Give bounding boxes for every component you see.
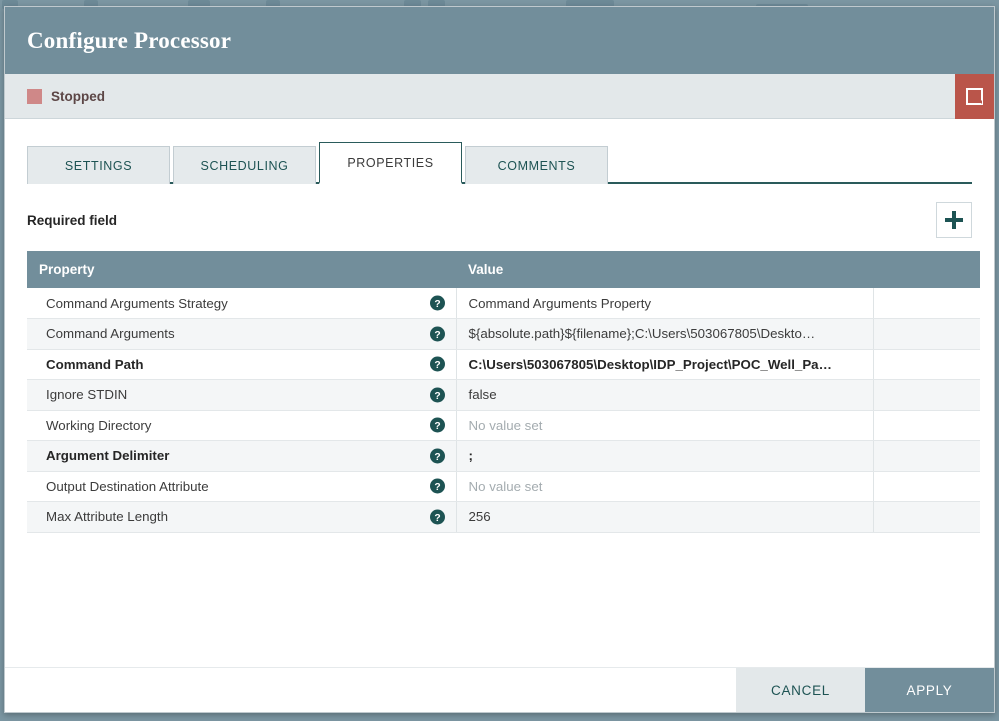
table-row[interactable]: Max Attribute Length? 256 <box>27 502 980 533</box>
cancel-button[interactable]: CANCEL <box>736 668 865 713</box>
configure-processor-dialog: Configure Processor Stopped SETTINGS SCH… <box>4 6 995 713</box>
row-actions-cell <box>873 288 980 319</box>
property-name-cell: Working Directory? <box>27 410 456 441</box>
svg-text:?: ? <box>434 482 440 493</box>
svg-text:?: ? <box>434 391 440 402</box>
table-body: Command Arguments Strategy?Command Argum… <box>27 288 980 532</box>
tab-comments[interactable]: COMMENTS <box>465 146 608 184</box>
table-row[interactable]: Output Destination Attribute? No value se… <box>27 471 980 502</box>
column-header-property: Property <box>27 251 456 288</box>
required-field-row: Required field <box>27 202 972 238</box>
svg-text:?: ? <box>434 299 440 310</box>
add-property-button[interactable] <box>936 202 972 238</box>
property-value-cell[interactable]: false <box>456 380 873 411</box>
help-circle-icon[interactable]: ? <box>430 509 445 524</box>
svg-text:?: ? <box>434 360 440 371</box>
plus-icon <box>943 209 965 231</box>
property-name-cell: Command Path? <box>27 349 456 380</box>
dialog-title-bar: Configure Processor <box>5 7 994 74</box>
help-circle-icon[interactable]: ? <box>430 326 445 341</box>
table-row[interactable]: Command Path? C:\Users\503067805\Desktop\… <box>27 349 980 380</box>
property-value-cell[interactable]: 256 <box>456 502 873 533</box>
processor-status-bar: Stopped <box>5 74 994 119</box>
property-name-cell: Command Arguments Strategy? <box>27 288 456 319</box>
property-name-cell: Max Attribute Length? <box>27 502 456 533</box>
required-field-label: Required field <box>27 213 117 228</box>
property-name-cell: Command Arguments? <box>27 319 456 350</box>
property-value-cell[interactable]: No value set <box>456 410 873 441</box>
stop-processor-button[interactable] <box>955 74 994 119</box>
column-header-actions <box>873 251 980 288</box>
svg-text:?: ? <box>434 330 440 341</box>
property-value: ; <box>469 448 473 463</box>
property-name: Command Path <box>46 357 144 372</box>
tab-settings[interactable]: SETTINGS <box>27 146 170 184</box>
row-actions-cell <box>873 319 980 350</box>
property-value: Command Arguments Property <box>469 296 652 311</box>
row-actions-cell <box>873 441 980 472</box>
tab-scheduling[interactable]: SCHEDULING <box>173 146 316 184</box>
property-name: Ignore STDIN <box>46 387 127 402</box>
help-circle-icon[interactable]: ? <box>430 418 445 433</box>
apply-button[interactable]: APPLY <box>865 668 994 713</box>
column-header-value: Value <box>456 251 873 288</box>
row-actions-cell <box>873 502 980 533</box>
property-name-cell: Argument Delimiter? <box>27 441 456 472</box>
table-row[interactable]: Ignore STDIN? false <box>27 380 980 411</box>
property-value-cell[interactable]: ${absolute.path}${filename};C:\Users\503… <box>456 319 873 350</box>
dialog-footer: CANCEL APPLY <box>5 667 994 712</box>
property-name: Command Arguments <box>46 326 175 341</box>
table-row[interactable]: Argument Delimiter?; <box>27 441 980 472</box>
property-value: No value set <box>469 479 543 494</box>
property-name: Argument Delimiter <box>46 448 169 463</box>
help-circle-icon[interactable]: ? <box>430 479 445 494</box>
property-name: Command Arguments Strategy <box>46 296 228 311</box>
property-name-cell: Output Destination Attribute? <box>27 471 456 502</box>
status-swatch-icon <box>27 89 42 104</box>
row-actions-cell <box>873 380 980 411</box>
status-badge: Stopped <box>51 89 105 104</box>
property-value: 256 <box>469 509 491 524</box>
property-value-cell[interactable]: Command Arguments Property <box>456 288 873 319</box>
stop-square-icon <box>965 87 984 106</box>
property-value-cell[interactable]: No value set <box>456 471 873 502</box>
tab-properties[interactable]: PROPERTIES <box>319 142 462 184</box>
property-value: C:\Users\503067805\Desktop\IDP_Project\P… <box>469 357 832 372</box>
property-name: Max Attribute Length <box>46 509 168 524</box>
property-value-cell[interactable]: C:\Users\503067805\Desktop\IDP_Project\P… <box>456 349 873 380</box>
property-name: Output Destination Attribute <box>46 479 209 494</box>
row-actions-cell <box>873 471 980 502</box>
properties-table: Property Value Command Arguments Strateg… <box>27 251 980 533</box>
table-row[interactable]: Working Directory? No value set <box>27 410 980 441</box>
property-value: false <box>469 387 497 402</box>
svg-text:?: ? <box>434 513 440 524</box>
property-value: No value set <box>469 418 543 433</box>
property-name-cell: Ignore STDIN? <box>27 380 456 411</box>
svg-text:?: ? <box>434 452 440 463</box>
table-header-row: Property Value <box>27 251 980 288</box>
property-value-cell[interactable]: ; <box>456 441 873 472</box>
tab-strip: SETTINGS SCHEDULING PROPERTIES COMMENTS <box>27 136 972 184</box>
help-circle-icon[interactable]: ? <box>430 296 445 311</box>
row-actions-cell <box>873 349 980 380</box>
help-circle-icon[interactable]: ? <box>430 387 445 402</box>
property-value: ${absolute.path}${filename};C:\Users\503… <box>469 326 816 341</box>
table-header: Property Value <box>27 251 980 288</box>
dialog-body: SETTINGS SCHEDULING PROPERTIES COMMENTS … <box>5 119 994 667</box>
property-name: Working Directory <box>46 418 151 433</box>
row-actions-cell <box>873 410 980 441</box>
help-circle-icon[interactable]: ? <box>430 357 445 372</box>
svg-text:?: ? <box>434 421 440 432</box>
page-title: Configure Processor <box>27 28 231 54</box>
table-row[interactable]: Command Arguments Strategy?Command Argum… <box>27 288 980 319</box>
table-row[interactable]: Command Arguments? ${absolute.path}${file… <box>27 319 980 350</box>
help-circle-icon[interactable]: ? <box>430 448 445 463</box>
